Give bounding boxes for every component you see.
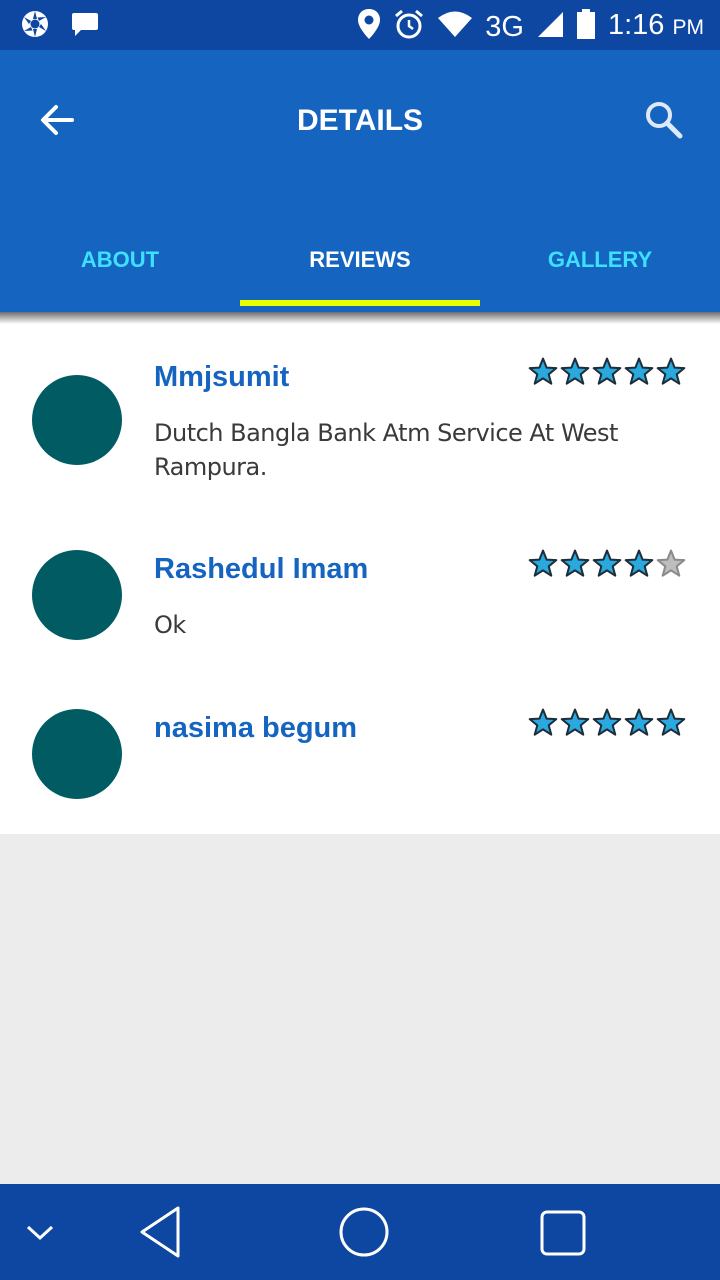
review-text: Dutch Bangla Bank Atm Service At West Ra… bbox=[154, 419, 618, 481]
battery-icon bbox=[576, 8, 596, 45]
recents-square-icon bbox=[540, 1210, 586, 1256]
status-bar: 3G 1:16 PM bbox=[0, 0, 720, 50]
location-pin-icon bbox=[357, 8, 381, 45]
network-type: 3G bbox=[485, 10, 524, 43]
tab-gallery[interactable]: GALLERY bbox=[480, 235, 720, 307]
star-filled-icon bbox=[624, 357, 654, 385]
star-filled-icon bbox=[656, 357, 686, 385]
clock-digits: 1:16 bbox=[607, 9, 665, 41]
star-empty-icon bbox=[656, 549, 686, 577]
tab-about[interactable]: ABOUT bbox=[0, 235, 240, 307]
nav-recents-button[interactable] bbox=[538, 1208, 588, 1263]
aperture-icon bbox=[20, 9, 50, 44]
review-list: Mmjsumit Dutch Bangla Bank Atm Service A… bbox=[0, 324, 720, 834]
app-bar-shadow bbox=[0, 312, 720, 324]
star-rating bbox=[528, 549, 686, 579]
active-tab-indicator bbox=[240, 300, 480, 306]
clock-time: 1:16 PM bbox=[608, 8, 704, 45]
cell-signal-icon bbox=[536, 10, 564, 43]
clock-ampm: PM bbox=[672, 16, 705, 39]
app-bar: DETAILS ABOUT REVIEWS GALLERY bbox=[0, 50, 720, 312]
star-filled-icon bbox=[656, 708, 686, 736]
star-filled-icon bbox=[592, 357, 622, 385]
avatar bbox=[32, 375, 122, 465]
page-title: DETAILS bbox=[296, 104, 424, 137]
nav-home-button[interactable] bbox=[338, 1206, 390, 1263]
star-filled-icon bbox=[592, 708, 622, 736]
search-icon bbox=[646, 102, 683, 139]
chevron-down-icon bbox=[26, 1225, 54, 1241]
star-rating bbox=[528, 357, 686, 387]
star-filled-icon bbox=[528, 549, 558, 577]
star-filled-icon bbox=[528, 357, 558, 385]
star-filled-icon bbox=[624, 708, 654, 736]
alarm-clock-icon bbox=[393, 8, 425, 45]
system-nav-bar bbox=[0, 1184, 720, 1280]
reviewer-name: Mmjsumit bbox=[154, 361, 290, 393]
star-filled-icon bbox=[560, 357, 590, 385]
star-filled-icon bbox=[592, 549, 622, 577]
search-button[interactable] bbox=[640, 96, 688, 144]
star-filled-icon bbox=[560, 549, 590, 577]
star-filled-icon bbox=[560, 708, 590, 736]
tab-reviews[interactable]: REVIEWS bbox=[240, 235, 480, 307]
reviewer-name: Rashedul Imam bbox=[154, 553, 369, 585]
home-circle-icon bbox=[339, 1207, 389, 1257]
back-triangle-icon bbox=[140, 1206, 180, 1258]
wifi-icon bbox=[437, 10, 473, 43]
star-rating bbox=[528, 708, 686, 738]
nav-back-button[interactable] bbox=[136, 1204, 184, 1265]
chat-bubble-icon bbox=[70, 9, 100, 44]
review-text: Ok bbox=[154, 611, 186, 639]
tab-bar: ABOUT REVIEWS GALLERY bbox=[0, 235, 720, 307]
reviewer-name: nasima begum bbox=[154, 712, 358, 744]
star-filled-icon bbox=[528, 708, 558, 736]
star-filled-icon bbox=[624, 549, 654, 577]
nav-hide-button[interactable] bbox=[24, 1218, 56, 1251]
avatar bbox=[32, 550, 122, 640]
avatar bbox=[32, 709, 122, 799]
